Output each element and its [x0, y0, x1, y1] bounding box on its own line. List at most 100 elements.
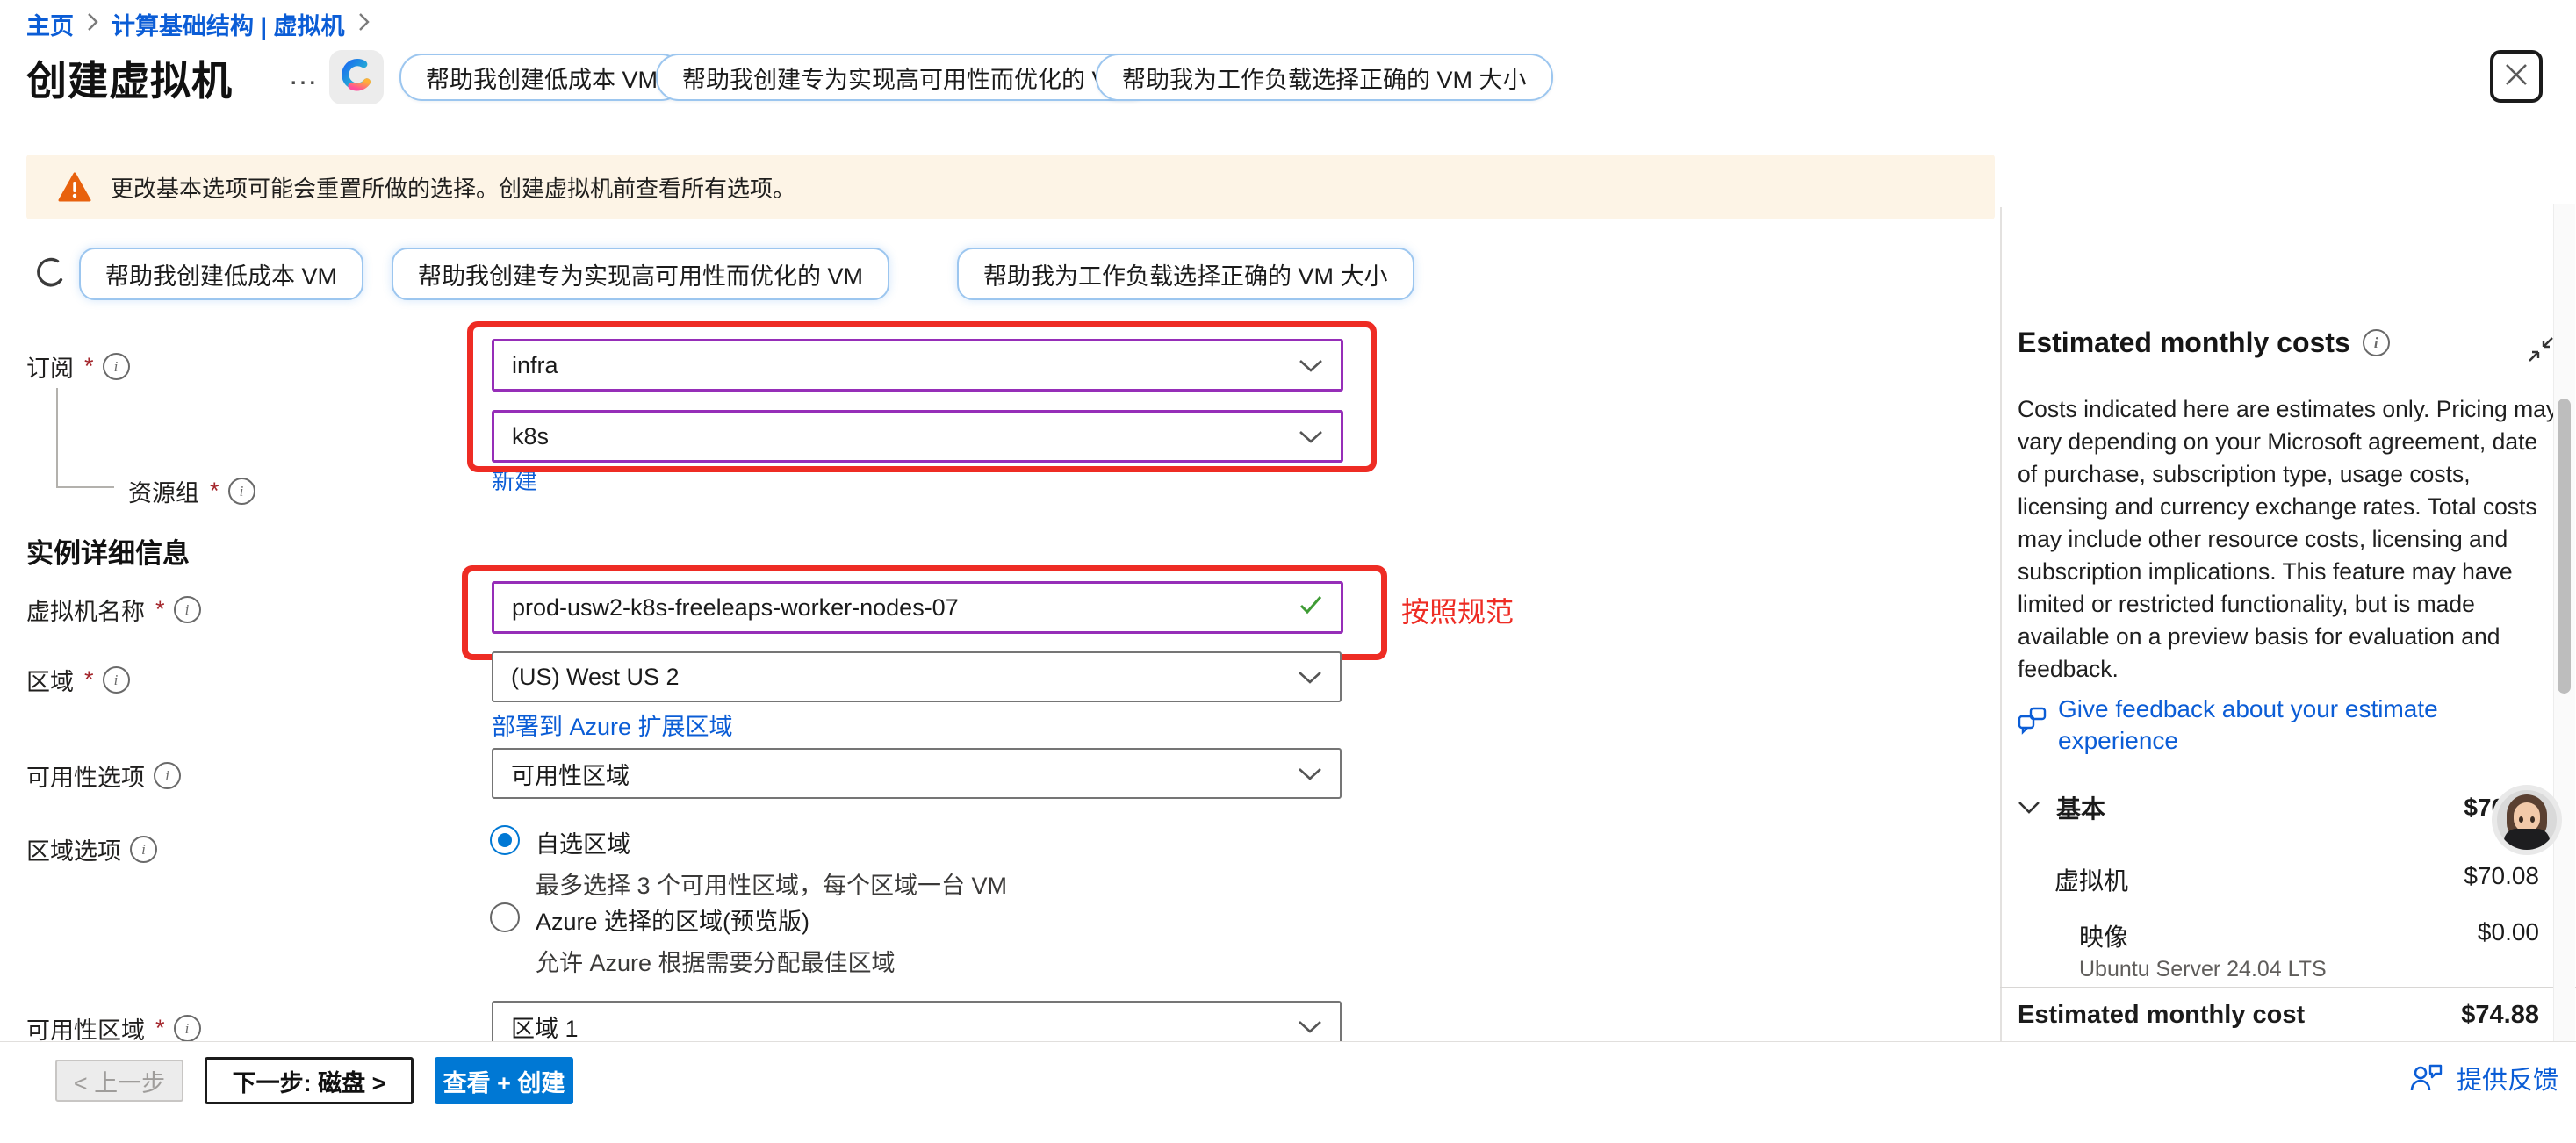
- required-asterisk: *: [155, 596, 165, 623]
- resource-group-label-text: 资源组: [128, 474, 199, 508]
- radio-unselected-icon[interactable]: [490, 902, 520, 932]
- valid-check-icon: [1299, 594, 1323, 622]
- give-feedback-link[interactable]: 提供反馈: [2409, 1060, 2558, 1096]
- panel-total-divider: [2000, 987, 2576, 988]
- suggestion-low-cost-vm-button[interactable]: 帮助我创建低成本 VM: [399, 54, 684, 101]
- cost-item-subtitle: Ubuntu Server 24.04 LTS: [2079, 957, 2327, 982]
- avatar-face: [2514, 802, 2540, 832]
- chevron-down-icon[interactable]: [2018, 801, 2040, 815]
- resource-group-dropdown[interactable]: k8s: [492, 410, 1343, 463]
- scrollbar-track[interactable]: [2553, 204, 2575, 1041]
- region-value: (US) West US 2: [511, 664, 680, 691]
- panel-divider: [2000, 207, 2002, 1041]
- breadcrumb-chevron-icon: [86, 11, 99, 37]
- radio-selected-icon[interactable]: [490, 825, 520, 855]
- more-options-button[interactable]: …: [288, 58, 320, 92]
- suggestion-right-vm-size-button-2[interactable]: 帮助我为工作负载选择正确的 VM 大小: [957, 248, 1414, 300]
- info-icon[interactable]: [174, 596, 201, 623]
- cost-group-row[interactable]: 基本 $70.08: [2018, 790, 2539, 825]
- vm-name-value: prod-usw2-k8s-freeleaps-worker-nodes-07: [512, 594, 959, 622]
- chevron-down-icon: [1299, 423, 1323, 450]
- info-icon[interactable]: [103, 666, 130, 694]
- subscription-value: infra: [512, 352, 558, 379]
- give-feedback-label: 提供反馈: [2457, 1060, 2558, 1096]
- breadcrumb-section-link[interactable]: 计算基础结构 | 虚拟机: [112, 7, 345, 41]
- zone-options-label: 区域选项: [26, 832, 157, 866]
- feedback-bubbles-icon: [2018, 706, 2047, 740]
- annotation-note-text: 按照规范: [1401, 590, 1514, 630]
- close-button[interactable]: [2490, 50, 2543, 103]
- suggestion-right-vm-size-button[interactable]: 帮助我为工作负载选择正确的 VM 大小: [1096, 54, 1553, 101]
- next-step-label: 下一步: 磁盘 >: [233, 1064, 386, 1098]
- subscription-label: 订阅 *: [26, 349, 130, 384]
- vm-name-label-text: 虚拟机名称: [26, 593, 145, 627]
- required-asterisk: *: [155, 1015, 165, 1042]
- tree-connector-vertical: [56, 388, 58, 486]
- required-asterisk: *: [84, 353, 94, 380]
- cost-panel-description: Costs indicated here are estimates only.…: [2018, 393, 2558, 686]
- collapse-icon: [2527, 352, 2555, 367]
- info-icon[interactable]: [174, 1015, 201, 1042]
- suggestion-high-availability-vm-button-2[interactable]: 帮助我创建专为实现高可用性而优化的 VM: [392, 248, 889, 300]
- breadcrumb-chevron-icon: [357, 11, 371, 37]
- region-label: 区域 *: [26, 663, 130, 697]
- availability-options-value: 可用性区域: [511, 757, 630, 791]
- info-icon[interactable]: [130, 836, 157, 863]
- previous-step-button[interactable]: < 上一步: [55, 1060, 183, 1102]
- warning-banner: 更改基本选项可能会重置所做的选择。创建虚拟机前查看所有选项。: [26, 155, 1995, 219]
- required-asterisk: *: [84, 666, 94, 694]
- info-icon[interactable]: [154, 762, 181, 789]
- breadcrumb-home-link[interactable]: 主页: [26, 7, 74, 41]
- info-icon[interactable]: [103, 353, 130, 380]
- region-label-text: 区域: [26, 663, 74, 697]
- review-create-button[interactable]: 查看 + 创建: [435, 1057, 573, 1104]
- zone-option-self-select[interactable]: 自选区域 最多选择 3 个可用性区域，每个区域一台 VM: [490, 825, 1007, 901]
- suggestion-low-cost-vm-button-2[interactable]: 帮助我创建低成本 VM: [79, 248, 363, 300]
- cost-total-row: Estimated monthly cost $74.88: [2018, 1001, 2539, 1030]
- extended-zone-link[interactable]: 部署到 Azure 扩展区域: [492, 708, 733, 742]
- required-asterisk: *: [210, 478, 219, 505]
- zone-option-self-select-desc: 最多选择 3 个可用性区域，每个区域一台 VM: [536, 866, 1007, 901]
- zone-option-self-select-label: 自选区域: [536, 825, 1007, 859]
- person-feedback-icon: [2409, 1062, 2444, 1094]
- avatar-eye: [2530, 816, 2535, 823]
- suggestion-high-availability-vm-button[interactable]: 帮助我创建专为实现高可用性而优化的 VM: [656, 54, 1154, 101]
- cost-item-value: $0.00: [2478, 918, 2539, 953]
- cost-item-value: $70.08: [2464, 862, 2539, 897]
- cost-item-row: 映像 $0.00: [2079, 918, 2539, 953]
- next-step-disks-button[interactable]: 下一步: 磁盘 >: [205, 1057, 414, 1104]
- estimate-feedback-link-text: Give feedback about your estimate experi…: [2058, 694, 2492, 757]
- vm-name-input[interactable]: prod-usw2-k8s-freeleaps-worker-nodes-07: [492, 581, 1343, 634]
- estimate-feedback-link[interactable]: Give feedback about your estimate experi…: [2018, 694, 2492, 757]
- copilot-outline-icon: [30, 253, 70, 298]
- zone-options-label-text: 区域选项: [26, 832, 121, 866]
- copilot-button[interactable]: [329, 50, 384, 104]
- collapse-panel-button[interactable]: [2527, 335, 2555, 368]
- copilot-icon: [337, 56, 376, 99]
- previous-step-label: < 上一步: [74, 1064, 165, 1098]
- cost-panel-title-text: Estimated monthly costs: [2018, 327, 2350, 359]
- zone-option-azure-select[interactable]: Azure 选择的区域(预览版) 允许 Azure 根据需要分配最佳区域: [490, 902, 896, 978]
- chevron-down-icon: [1298, 760, 1322, 787]
- info-icon[interactable]: [2363, 329, 2390, 356]
- info-icon[interactable]: [228, 478, 255, 505]
- close-icon: [2503, 61, 2529, 92]
- cost-panel-title: Estimated monthly costs: [2018, 327, 2390, 359]
- breadcrumb: 主页 计算基础结构 | 虚拟机: [26, 7, 383, 41]
- availability-zone-value: 区域 1: [511, 1010, 579, 1044]
- subscription-dropdown[interactable]: infra: [492, 339, 1343, 392]
- zone-option-azure-select-desc: 允许 Azure 根据需要分配最佳区域: [536, 944, 896, 978]
- warning-icon: [58, 172, 91, 202]
- availability-options-dropdown[interactable]: 可用性区域: [492, 748, 1342, 799]
- zone-option-azure-select-label: Azure 选择的区域(预览版): [536, 902, 896, 937]
- presenter-avatar: [2492, 785, 2562, 855]
- cost-item-label: 映像: [2079, 918, 2128, 953]
- page-title: 创建虚拟机: [26, 49, 233, 107]
- create-new-link[interactable]: 新建: [492, 464, 537, 496]
- scrollbar-thumb[interactable]: [2558, 399, 2571, 694]
- chevron-down-icon: [1299, 352, 1323, 379]
- availability-options-label: 可用性选项: [26, 758, 181, 793]
- warning-text: 更改基本选项可能会重置所做的选择。创建虚拟机前查看所有选项。: [111, 171, 795, 204]
- resource-group-value: k8s: [512, 423, 549, 450]
- region-dropdown[interactable]: (US) West US 2: [492, 651, 1342, 702]
